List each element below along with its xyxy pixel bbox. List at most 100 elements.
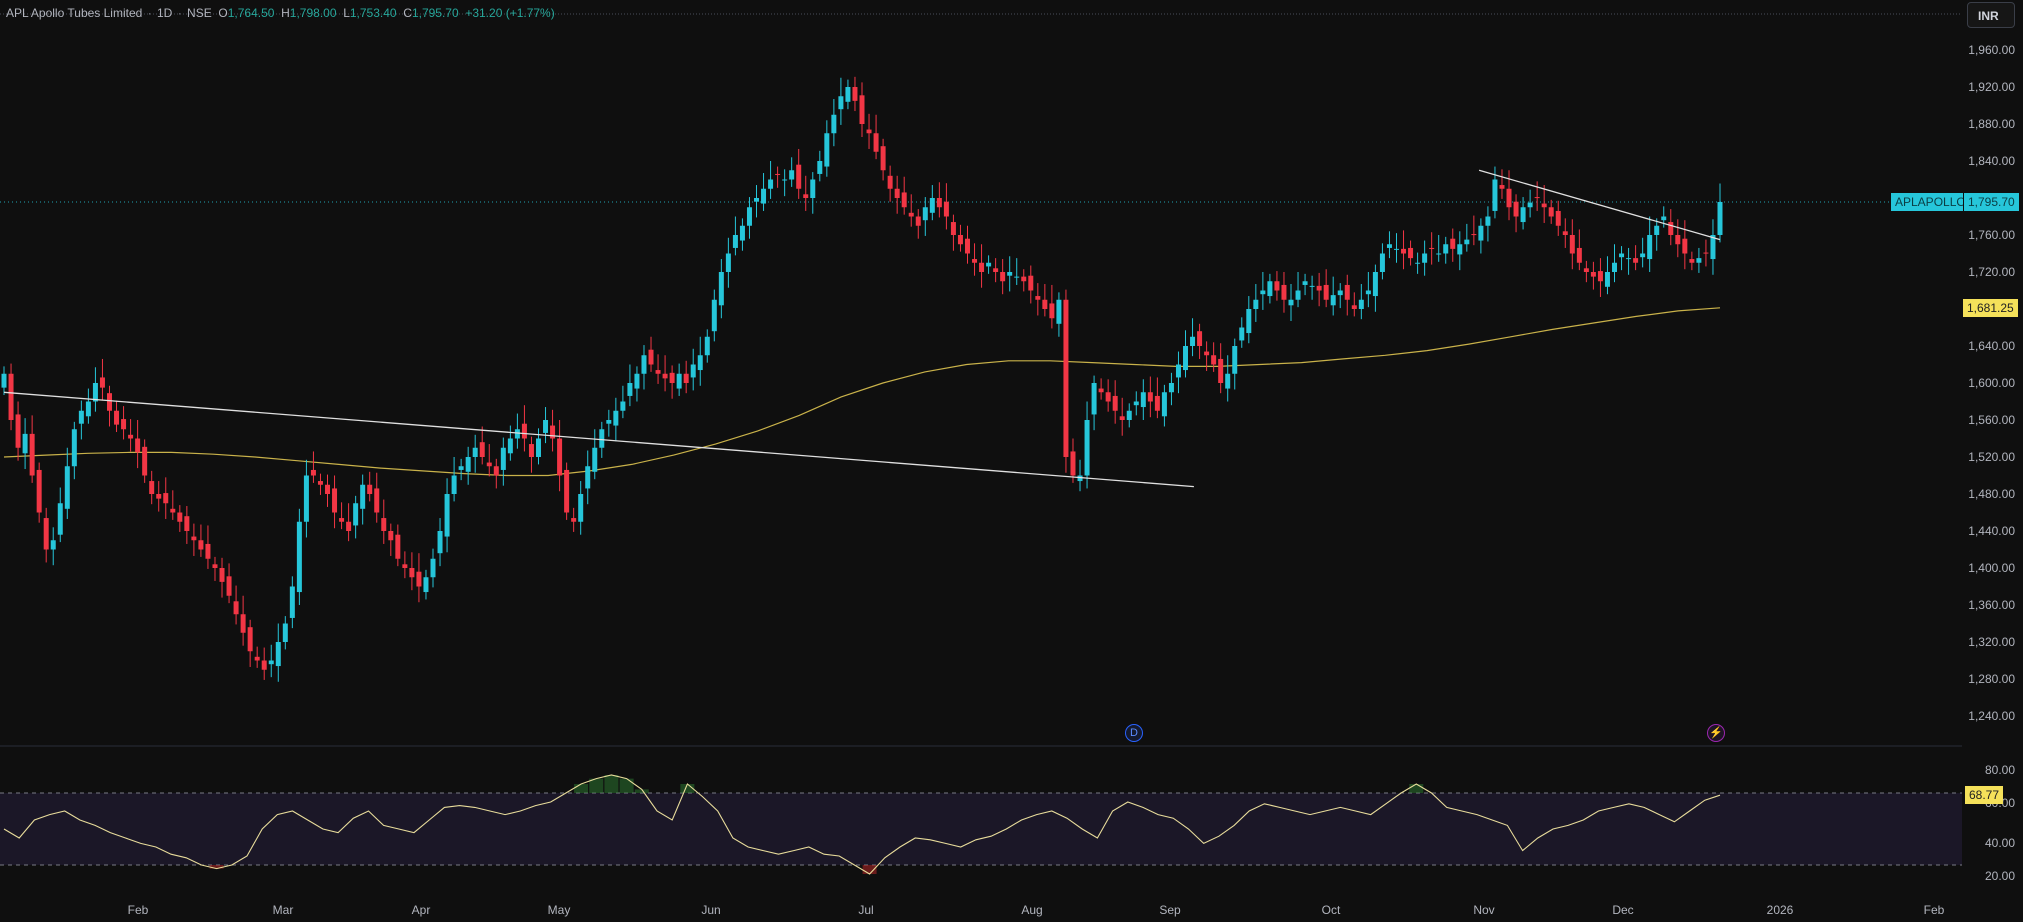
candle-body (212, 564, 218, 568)
candle-body (156, 494, 162, 499)
candle-body (1316, 285, 1322, 291)
legend-interval[interactable]: 1D (157, 6, 172, 20)
candle-body (1682, 238, 1688, 254)
dividend-icon[interactable]: D (1125, 724, 1143, 742)
candle-body (641, 355, 647, 374)
currency-button[interactable]: INR (1967, 2, 2015, 28)
candle-body (697, 355, 703, 371)
candle-body (1675, 235, 1681, 245)
candle (296, 508, 302, 605)
candle-body (325, 484, 331, 494)
price-axis-label: 1,560.00 (1968, 413, 2015, 427)
candle-body (1225, 373, 1231, 389)
candle-body (374, 488, 380, 513)
candle-body (1576, 247, 1582, 263)
candle-body (353, 503, 359, 526)
candle-body (367, 484, 373, 494)
candle-body (739, 225, 745, 241)
candle-body (1654, 225, 1660, 235)
rsi-overbought-fill (604, 775, 619, 793)
rsi-overbought-fill (619, 778, 634, 793)
candle-body (754, 198, 760, 202)
candle-body (543, 420, 549, 433)
candle-body (634, 373, 640, 389)
candle-body (430, 558, 436, 578)
candle-body (99, 377, 105, 388)
candle-body (458, 466, 464, 470)
candle-body (775, 173, 781, 175)
symbol-tag: APLAPOLLO (1891, 193, 1970, 211)
candle-body (64, 466, 70, 509)
candle-body (1436, 253, 1442, 255)
candle-body (1098, 388, 1104, 393)
candle-body (894, 188, 900, 198)
candle-body (964, 238, 970, 254)
candle-body (993, 268, 999, 272)
candle-body (613, 410, 619, 426)
candle-body (782, 179, 788, 181)
price-axis-label: 1,760.00 (1968, 228, 2015, 242)
candle-body (1604, 272, 1610, 287)
time-axis-label: Jun (701, 903, 721, 917)
candle-body (1612, 262, 1618, 272)
candle-body (1000, 272, 1006, 282)
candle-body (768, 179, 774, 189)
candle-body (1478, 225, 1484, 241)
candle-body (761, 188, 767, 204)
candle-body (317, 481, 323, 485)
candle-body (451, 475, 457, 494)
candle-body (114, 410, 120, 425)
time-axis-label: Apr (411, 903, 431, 917)
candle-body (381, 518, 387, 531)
legend-low-label: L (343, 6, 350, 20)
candle-body (564, 469, 570, 513)
candle-body (346, 521, 352, 531)
price-axis-label: 1,240.00 (1968, 709, 2015, 723)
candle-body (423, 577, 429, 593)
candle-body (711, 299, 717, 332)
candle-body (247, 627, 253, 652)
candle-body (908, 212, 914, 217)
candle-body (500, 447, 506, 470)
legend-change: +31.20 (+1.77%) (465, 6, 555, 20)
candle-body (402, 564, 408, 568)
candle-body (648, 349, 654, 365)
candle-body (1499, 185, 1505, 189)
candle-body (1520, 207, 1526, 223)
candle-body (1140, 392, 1146, 408)
candle-body (873, 133, 879, 152)
candle-body (465, 457, 471, 472)
time-axis-label: Feb (1923, 903, 1945, 917)
candle-body (1569, 235, 1575, 254)
time-axis-label: Feb (127, 903, 149, 917)
candle-body (43, 518, 49, 550)
candle-body (1133, 401, 1139, 406)
candle-body (1084, 420, 1090, 476)
candle-body (669, 372, 675, 383)
candle-body (310, 469, 316, 476)
lightning-icon[interactable]: ⚡ (1707, 724, 1725, 742)
candle-body (163, 493, 169, 504)
candle-body (986, 262, 992, 267)
candle-body (1161, 392, 1167, 417)
candle-body (1696, 258, 1702, 263)
price-chart[interactable] (0, 0, 2023, 922)
candle-body (1281, 284, 1287, 300)
candle-body (1267, 281, 1273, 297)
candle-body (817, 161, 823, 174)
candle-body (1386, 244, 1392, 248)
candle-body (1288, 299, 1294, 306)
candle-body (289, 586, 295, 618)
legend-high-label: H (281, 6, 290, 20)
candle-body (85, 401, 91, 417)
candle-body (1689, 259, 1695, 263)
candle-body (8, 373, 14, 420)
legend-high: 1,798.00 (289, 6, 337, 20)
candle-body (1450, 238, 1456, 249)
candle-body (535, 438, 541, 457)
candle-body (979, 262, 985, 272)
candle-body (22, 433, 28, 454)
candle-body (1091, 383, 1097, 415)
legend-symbol[interactable]: APL Apollo Tubes Limited (6, 6, 142, 20)
candle-body (303, 475, 309, 522)
